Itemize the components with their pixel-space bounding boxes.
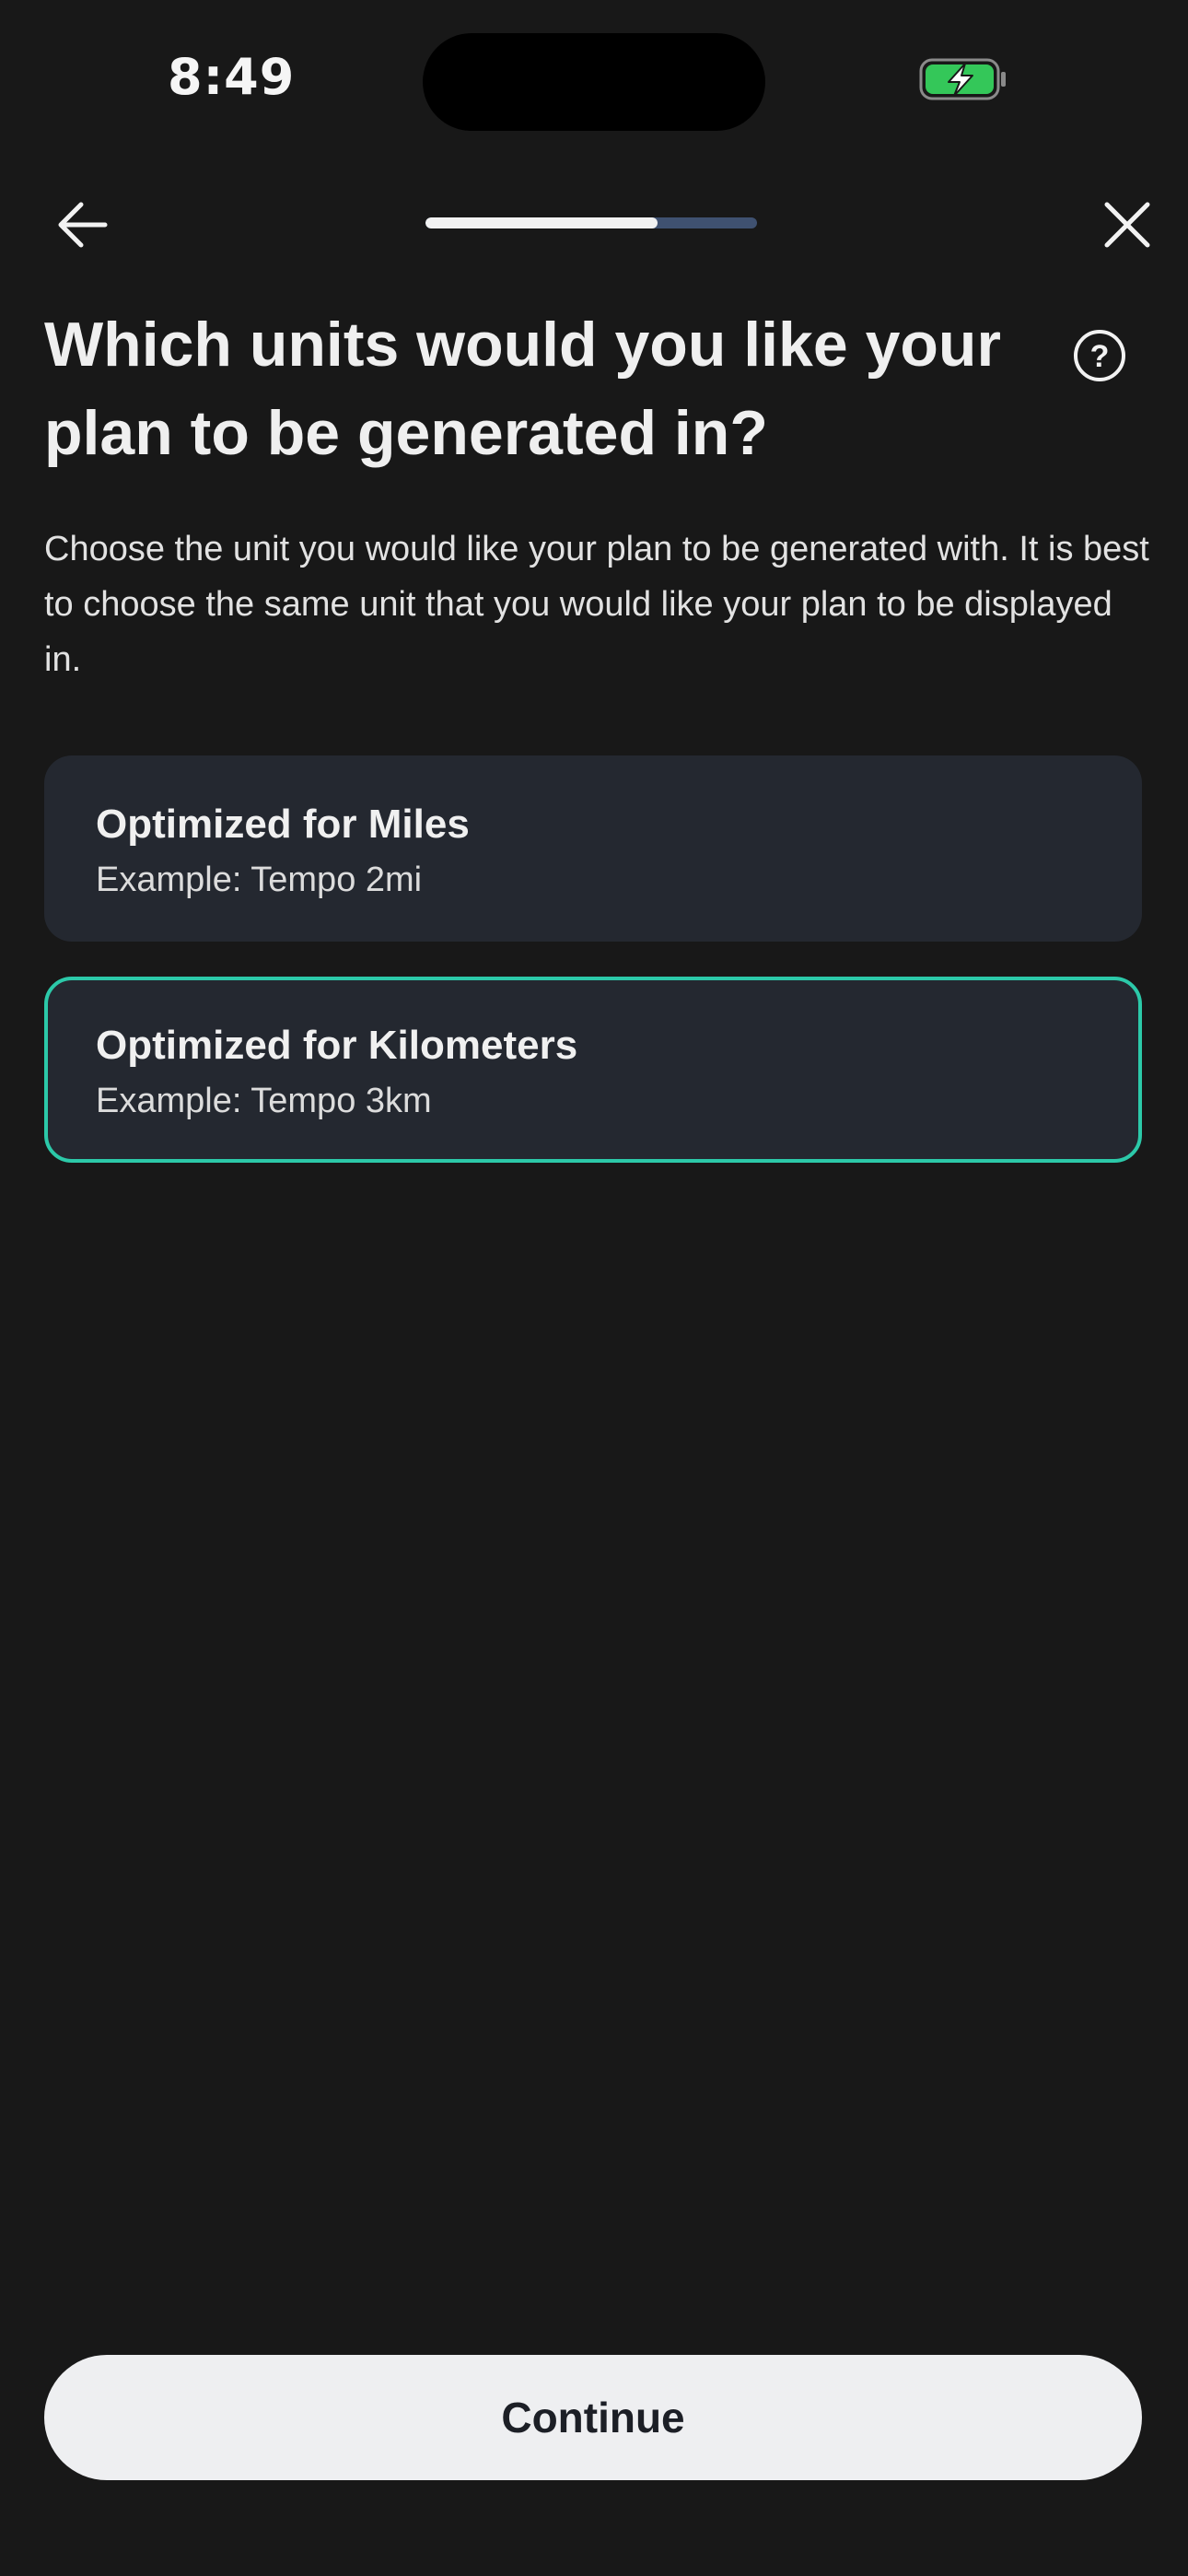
option-title: Optimized for Kilometers [96,1023,578,1068]
close-button[interactable] [1101,199,1153,251]
continue-button[interactable]: Continue [44,2355,1142,2480]
arrow-left-icon [58,202,108,248]
status-time: 8:49 [168,48,296,106]
help-button[interactable]: ? [1072,328,1127,383]
option-miles[interactable]: Optimized for Miles Example: Tempo 2mi [44,755,1142,942]
option-title: Optimized for Miles [96,802,470,847]
progress-bar [425,217,757,228]
svg-text:?: ? [1090,339,1110,374]
progress-fill [425,217,658,228]
page-title: Which units would you like your plan to … [44,310,1001,468]
question-circle-icon: ? [1074,330,1125,381]
battery-charging-icon [919,58,1007,105]
question-description: Choose the unit you would like your plan… [44,530,1149,679]
back-button[interactable] [53,195,112,254]
dynamic-island [423,33,765,131]
option-kilometers[interactable]: Optimized for Kilometers Example: Tempo … [44,977,1142,1163]
option-example: Example: Tempo 2mi [96,861,423,899]
close-icon [1104,202,1150,248]
option-example: Example: Tempo 3km [96,1082,432,1120]
